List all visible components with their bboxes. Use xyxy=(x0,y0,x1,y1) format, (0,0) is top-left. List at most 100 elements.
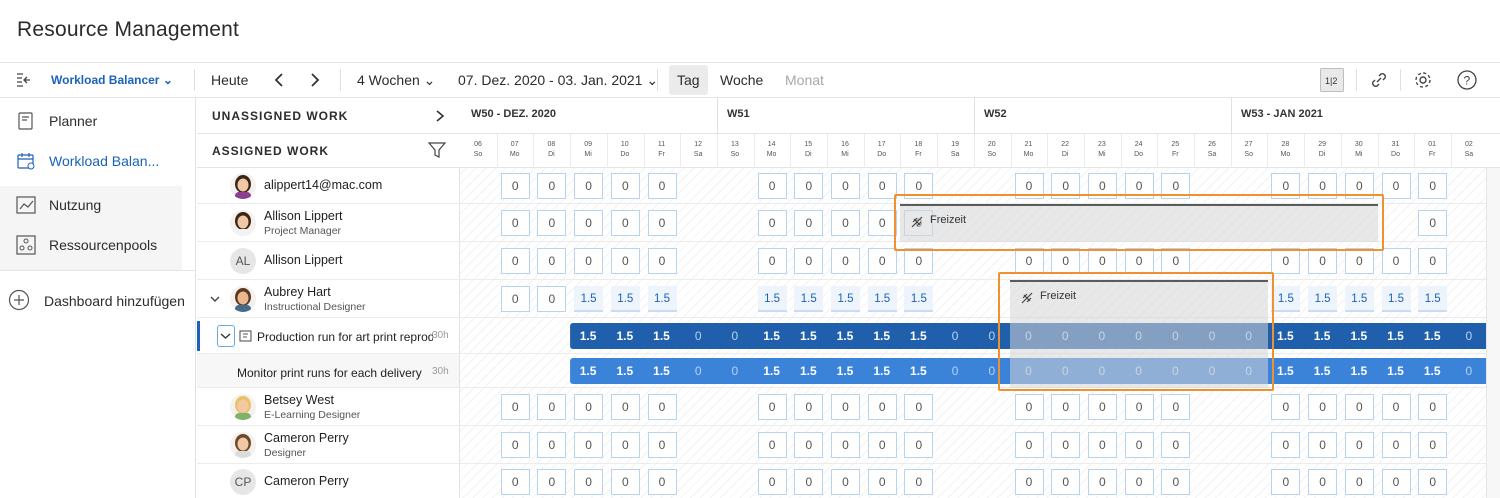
person-name[interactable]: Betsey West xyxy=(264,393,334,407)
capacity-cell[interactable]: 0 xyxy=(1344,394,1374,420)
capacity-cell[interactable]: 0 xyxy=(1418,394,1448,420)
capacity-cell[interactable]: 0 xyxy=(757,248,787,274)
capacity-cell[interactable]: 0 xyxy=(1161,248,1191,274)
capacity-cell[interactable]: 0 xyxy=(1014,248,1044,274)
capacity-cell[interactable]: 0 xyxy=(647,432,677,458)
capacity-cell[interactable]: 0 xyxy=(1418,248,1448,274)
capacity-cell[interactable]: 0 xyxy=(1308,469,1338,495)
task-name[interactable]: Production run for art print reproductio… xyxy=(257,330,433,344)
person-name[interactable]: Aubrey Hart xyxy=(264,285,331,299)
capacity-cell[interactable]: 0 xyxy=(647,469,677,495)
view-monat-button[interactable]: Monat xyxy=(785,63,824,97)
capacity-cell[interactable]: 0 xyxy=(610,248,640,274)
capacity-cell[interactable]: 0 xyxy=(574,432,604,458)
capacity-cell[interactable]: 0 xyxy=(1418,432,1448,458)
capacity-cell[interactable]: 0 xyxy=(867,432,897,458)
person-name[interactable]: Cameron Perry xyxy=(264,431,349,445)
allocation-cell[interactable]: 1.5 xyxy=(574,286,604,312)
capacity-cell[interactable]: 0 xyxy=(1051,248,1081,274)
capacity-cell[interactable]: 0 xyxy=(757,173,787,199)
capacity-cell[interactable]: 0 xyxy=(610,173,640,199)
capacity-cell[interactable]: 0 xyxy=(1271,248,1301,274)
capacity-cell[interactable]: 0 xyxy=(867,248,897,274)
capacity-cell[interactable]: 0 xyxy=(904,394,934,420)
capacity-cell[interactable]: 0 xyxy=(647,173,677,199)
link-icon[interactable] xyxy=(1367,68,1391,92)
capacity-cell[interactable]: 0 xyxy=(1308,394,1338,420)
capacity-cell[interactable]: 0 xyxy=(1051,394,1081,420)
today-button[interactable]: Heute xyxy=(211,63,248,97)
capacity-cell[interactable]: 0 xyxy=(831,248,860,274)
capacity-cell[interactable]: 0 xyxy=(867,173,897,199)
allocation-cell[interactable]: 1.5 xyxy=(1418,286,1448,312)
capacity-cell[interactable]: 0 xyxy=(500,469,530,495)
allocation-cell[interactable]: 1.5 xyxy=(1271,286,1301,312)
capacity-cell[interactable]: 0 xyxy=(831,432,860,458)
capacity-cell[interactable]: 0 xyxy=(1418,210,1448,236)
allocation-cell[interactable]: 1.5 xyxy=(1381,286,1411,312)
gear-icon[interactable] xyxy=(1411,68,1435,92)
split-view-icon[interactable]: 1|2 xyxy=(1320,68,1344,92)
capacity-cell[interactable]: 0 xyxy=(1381,432,1411,458)
capacity-cell[interactable]: 0 xyxy=(647,394,677,420)
allocation-cell[interactable]: 1.5 xyxy=(647,286,677,312)
add-dashboard-button[interactable]: Dashboard hinzufügen xyxy=(0,281,196,321)
capacity-cell[interactable]: 0 xyxy=(831,210,860,236)
capacity-cell[interactable]: 0 xyxy=(1014,394,1044,420)
capacity-cell[interactable]: 0 xyxy=(574,173,604,199)
chevron-right-icon[interactable] xyxy=(433,108,447,129)
capacity-cell[interactable]: 0 xyxy=(1344,248,1374,274)
capacity-cell[interactable]: 0 xyxy=(794,394,824,420)
capacity-cell[interactable]: 0 xyxy=(1161,469,1191,495)
capacity-cell[interactable]: 0 xyxy=(500,432,530,458)
capacity-cell[interactable]: 0 xyxy=(500,394,530,420)
help-icon[interactable]: ? xyxy=(1455,68,1479,92)
capacity-cell[interactable]: 0 xyxy=(831,173,860,199)
capacity-cell[interactable]: 0 xyxy=(1344,469,1374,495)
capacity-cell[interactable]: 0 xyxy=(1271,469,1301,495)
allocation-cell[interactable]: 1.5 xyxy=(904,286,934,312)
capacity-cell[interactable]: 0 xyxy=(904,248,934,274)
sidebar-item-planner[interactable]: Planner xyxy=(0,101,196,141)
capacity-cell[interactable]: 0 xyxy=(757,394,787,420)
sidebar-item-nutzung[interactable]: Nutzung xyxy=(0,185,196,225)
person-name[interactable]: Allison Lippert xyxy=(264,209,343,223)
capacity-cell[interactable]: 0 xyxy=(794,248,824,274)
capacity-cell[interactable]: 0 xyxy=(794,210,824,236)
allocation-cell[interactable]: 1.5 xyxy=(1308,286,1338,312)
capacity-cell[interactable]: 0 xyxy=(500,248,530,274)
capacity-cell[interactable]: 0 xyxy=(537,394,567,420)
capacity-cell[interactable]: 0 xyxy=(537,248,567,274)
view-selector-button[interactable]: Workload Balancer ⌄ xyxy=(51,63,173,97)
capacity-cell[interactable]: 0 xyxy=(1381,173,1411,199)
capacity-cell[interactable]: 0 xyxy=(1381,469,1411,495)
capacity-cell[interactable]: 0 xyxy=(757,432,787,458)
capacity-cell[interactable]: 0 xyxy=(1161,432,1191,458)
capacity-cell[interactable]: 0 xyxy=(904,469,934,495)
capacity-cell[interactable]: 0 xyxy=(1308,432,1338,458)
capacity-cell[interactable]: 0 xyxy=(500,286,530,312)
allocation-cell[interactable]: 1.5 xyxy=(831,286,860,312)
person-name[interactable]: Allison Lippert xyxy=(264,253,343,267)
view-tag-button[interactable]: Tag xyxy=(669,65,708,95)
capacity-cell[interactable]: 0 xyxy=(867,210,897,236)
capacity-cell[interactable]: 0 xyxy=(1124,394,1154,420)
allocation-cell[interactable]: 1.5 xyxy=(794,286,824,312)
allocation-cell[interactable]: 1.5 xyxy=(867,286,897,312)
capacity-cell[interactable]: 0 xyxy=(1418,173,1448,199)
capacity-cell[interactable]: 0 xyxy=(610,432,640,458)
capacity-cell[interactable]: 0 xyxy=(500,173,530,199)
capacity-cell[interactable]: 0 xyxy=(647,210,677,236)
capacity-cell[interactable]: 0 xyxy=(831,469,860,495)
task-name[interactable]: Monitor print runs for each delivery xyxy=(237,366,427,380)
allocation-cell[interactable]: 1.5 xyxy=(1344,286,1374,312)
capacity-cell[interactable]: 0 xyxy=(1014,432,1044,458)
capacity-cell[interactable]: 0 xyxy=(867,469,897,495)
capacity-cell[interactable]: 0 xyxy=(757,469,787,495)
capacity-cell[interactable]: 0 xyxy=(1124,469,1154,495)
view-woche-button[interactable]: Woche xyxy=(720,63,763,97)
prev-arrow-icon[interactable] xyxy=(268,68,292,92)
capacity-cell[interactable]: 0 xyxy=(537,432,567,458)
capacity-cell[interactable]: 0 xyxy=(904,432,934,458)
capacity-cell[interactable]: 0 xyxy=(610,469,640,495)
